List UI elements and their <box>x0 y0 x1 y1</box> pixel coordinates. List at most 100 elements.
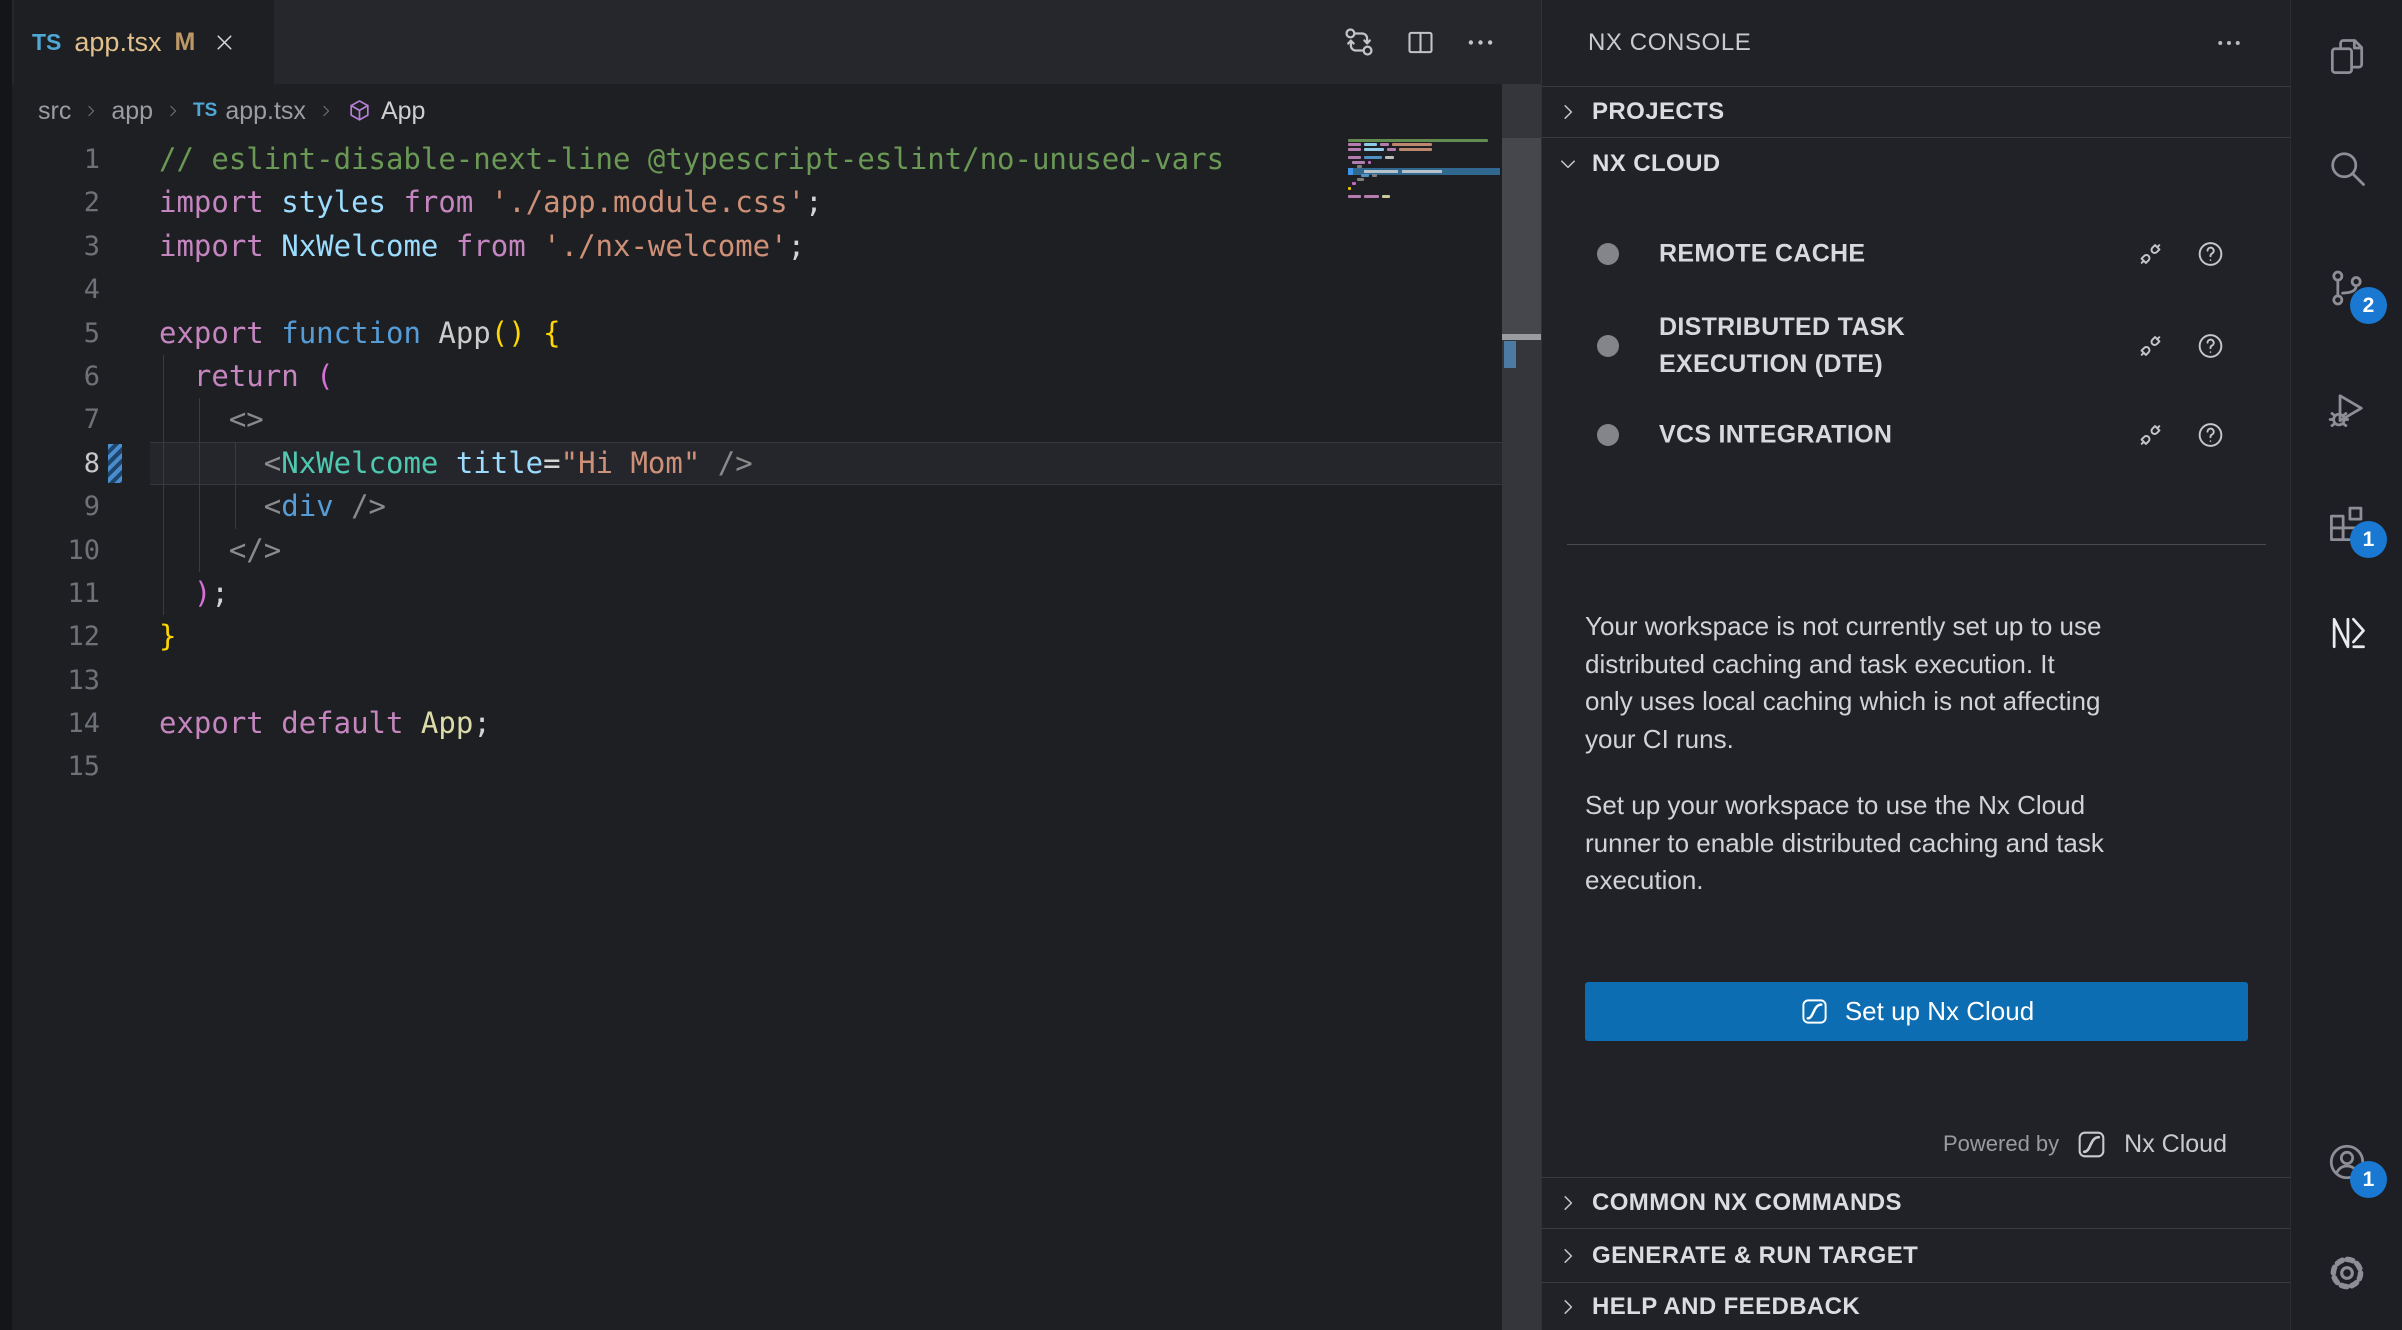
split-editor-icon[interactable] <box>1404 26 1437 59</box>
activitybar-item-account[interactable]: 1 <box>2291 1112 2402 1212</box>
code-line-15[interactable]: 15 <box>0 745 1502 788</box>
code-text: ); <box>159 572 229 615</box>
code-line-2[interactable]: 2import styles from './app.module.css'; <box>0 181 1502 224</box>
scrollbar-thumb[interactable] <box>1502 138 1541 336</box>
code-line-10[interactable]: 10 </> <box>0 529 1502 572</box>
question-icon[interactable] <box>2195 420 2226 451</box>
code-line-12[interactable]: 12} <box>0 615 1502 658</box>
workspace-status-text: Your workspace is not currently set up t… <box>1585 608 2253 758</box>
chevron-right-icon <box>1556 100 1580 124</box>
close-tab-icon[interactable] <box>212 30 237 55</box>
indent-guide <box>235 442 236 529</box>
line-number: 8 <box>0 442 100 485</box>
breadcrumb: src app TS app.tsx App <box>38 90 425 132</box>
activitybar-item-extensions[interactable]: 1 <box>2291 472 2402 572</box>
code-line-11[interactable]: 11 ); <box>0 572 1502 615</box>
code-editor[interactable]: 1// eslint-disable-next-line @typescript… <box>0 138 1502 789</box>
activitybar-item-source-control[interactable]: 2 <box>2291 238 2402 338</box>
chevron-right-icon <box>1556 1191 1580 1215</box>
activitybar-item-settings[interactable] <box>2291 1223 2402 1323</box>
code-text: } <box>159 615 176 658</box>
status-dot <box>1597 424 1619 446</box>
line-number: 6 <box>0 355 100 398</box>
window-left-edge <box>0 0 12 1330</box>
code-line-3[interactable]: 3 import NxWelcome from './nx-welcome'; <box>0 225 1502 268</box>
activitybar-item-files[interactable] <box>2291 7 2402 107</box>
section-generate-run-target[interactable]: GENERATE & RUN TARGET <box>1542 1228 2290 1282</box>
question-icon[interactable] <box>2195 239 2226 270</box>
section-label: HELP AND FEEDBACK <box>1592 1293 1860 1321</box>
breadcrumb-item-src[interactable]: src <box>38 97 71 126</box>
plug-icon[interactable] <box>2135 239 2166 270</box>
more-actions-icon[interactable] <box>1464 26 1497 59</box>
ts-file-icon: TS <box>193 100 217 122</box>
code-line-6[interactable]: 6 return ( <box>0 355 1502 398</box>
code-line-14[interactable]: 14export default App; <box>0 702 1502 745</box>
count-badge: 2 <box>2350 287 2387 324</box>
code-text: import NxWelcome from './nx-welcome'; <box>159 225 805 268</box>
line-number: 10 <box>0 529 100 572</box>
tab-filename: app.tsx <box>74 27 161 58</box>
code-line-9[interactable]: 9 <div /> <box>0 485 1502 528</box>
breadcrumb-item-app-tsx[interactable]: TS app.tsx <box>193 97 306 126</box>
activitybar-item-debug[interactable] <box>2291 360 2402 460</box>
ts-file-icon: TS <box>32 29 61 56</box>
code-text: export function App() { <box>159 312 561 355</box>
more-actions-icon[interactable] <box>2214 28 2244 58</box>
breadcrumb-label: src <box>38 97 71 126</box>
section-nx-cloud[interactable]: NX CLOUD <box>1542 137 2290 190</box>
code-line-8[interactable]: 8 <NxWelcome title="Hi Mom" /> <box>0 442 1502 485</box>
code-line-4[interactable]: 4 <box>0 268 1502 311</box>
git-modified-gutter-marker[interactable] <box>108 444 122 483</box>
setup-nx-cloud-button[interactable]: Set up Nx Cloud <box>1585 982 2248 1041</box>
git-modified-badge: M <box>174 28 195 57</box>
activitybar-item-nx-console[interactable] <box>2291 583 2402 683</box>
tab-bar: TS app.tsx M <box>12 0 1541 84</box>
status-dot <box>1597 335 1619 357</box>
nx-cloud-logo-icon <box>1799 996 1830 1027</box>
nx-console-panel: NX CONSOLE PROJECTS NX CLOUD REMOTE CACH… <box>1541 0 2290 1330</box>
feature-label: VCS INTEGRATION <box>1659 417 2079 454</box>
breadcrumb-item-app[interactable]: App <box>346 97 425 126</box>
feature-actions <box>2135 239 2226 270</box>
activity-bar: 2 1 1 <box>2290 0 2402 1330</box>
breadcrumb-item-app[interactable]: app <box>111 97 153 126</box>
feature-label: DISTRIBUTED TASK EXECUTION (DTE) <box>1659 309 2079 383</box>
panel-title: NX CONSOLE <box>1588 29 1751 57</box>
question-icon[interactable] <box>2195 331 2226 362</box>
plug-icon[interactable] <box>2135 331 2166 362</box>
activitybar-item-search[interactable] <box>2291 118 2402 218</box>
files-icon <box>2325 35 2369 79</box>
code-line-5[interactable]: 5 export function App() { <box>0 312 1502 355</box>
divider <box>1567 544 2266 545</box>
code-text: return ( <box>159 355 334 398</box>
line-number: 5 <box>0 312 100 355</box>
code-line-13[interactable]: 13 <box>0 659 1502 702</box>
count-badge: 1 <box>2350 1161 2387 1198</box>
code-line-1[interactable]: 1// eslint-disable-next-line @typescript… <box>0 138 1502 181</box>
minimap[interactable] <box>1348 138 1500 258</box>
breadcrumb-separator-icon <box>164 102 182 120</box>
line-number: 13 <box>0 659 100 702</box>
compare-changes-icon[interactable] <box>1341 24 1377 60</box>
code-text: <> <box>159 398 264 441</box>
feature-label: REMOTE CACHE <box>1659 236 2079 273</box>
section-projects[interactable]: PROJECTS <box>1542 86 2290 137</box>
breadcrumb-label: app.tsx <box>225 97 306 126</box>
tab-app-tsx[interactable]: TS app.tsx M <box>14 0 274 84</box>
vscode-window: { "colors": { "accent_blue": "#0d6db3", … <box>0 0 2402 1330</box>
code-text: // eslint-disable-next-line @typescript-… <box>159 138 1224 181</box>
nx-cloud-logo-icon <box>2075 1128 2108 1161</box>
editor-scrollbar[interactable] <box>1502 84 1541 1330</box>
count-badge: 1 <box>2350 521 2387 558</box>
section-common-nx-commands[interactable]: COMMON NX COMMANDS <box>1542 1177 2290 1228</box>
editor-toolbar <box>1341 0 1497 84</box>
line-number: 4 <box>0 268 100 311</box>
plug-icon[interactable] <box>2135 420 2166 451</box>
overview-git-mark <box>1504 341 1516 368</box>
minimap-line <box>1348 199 1500 203</box>
section-help-and-feedback[interactable]: HELP AND FEEDBACK <box>1542 1282 2290 1330</box>
code-line-7[interactable]: 7 <> <box>0 398 1502 441</box>
line-number: 3 <box>0 225 100 268</box>
search-icon <box>2325 146 2369 190</box>
